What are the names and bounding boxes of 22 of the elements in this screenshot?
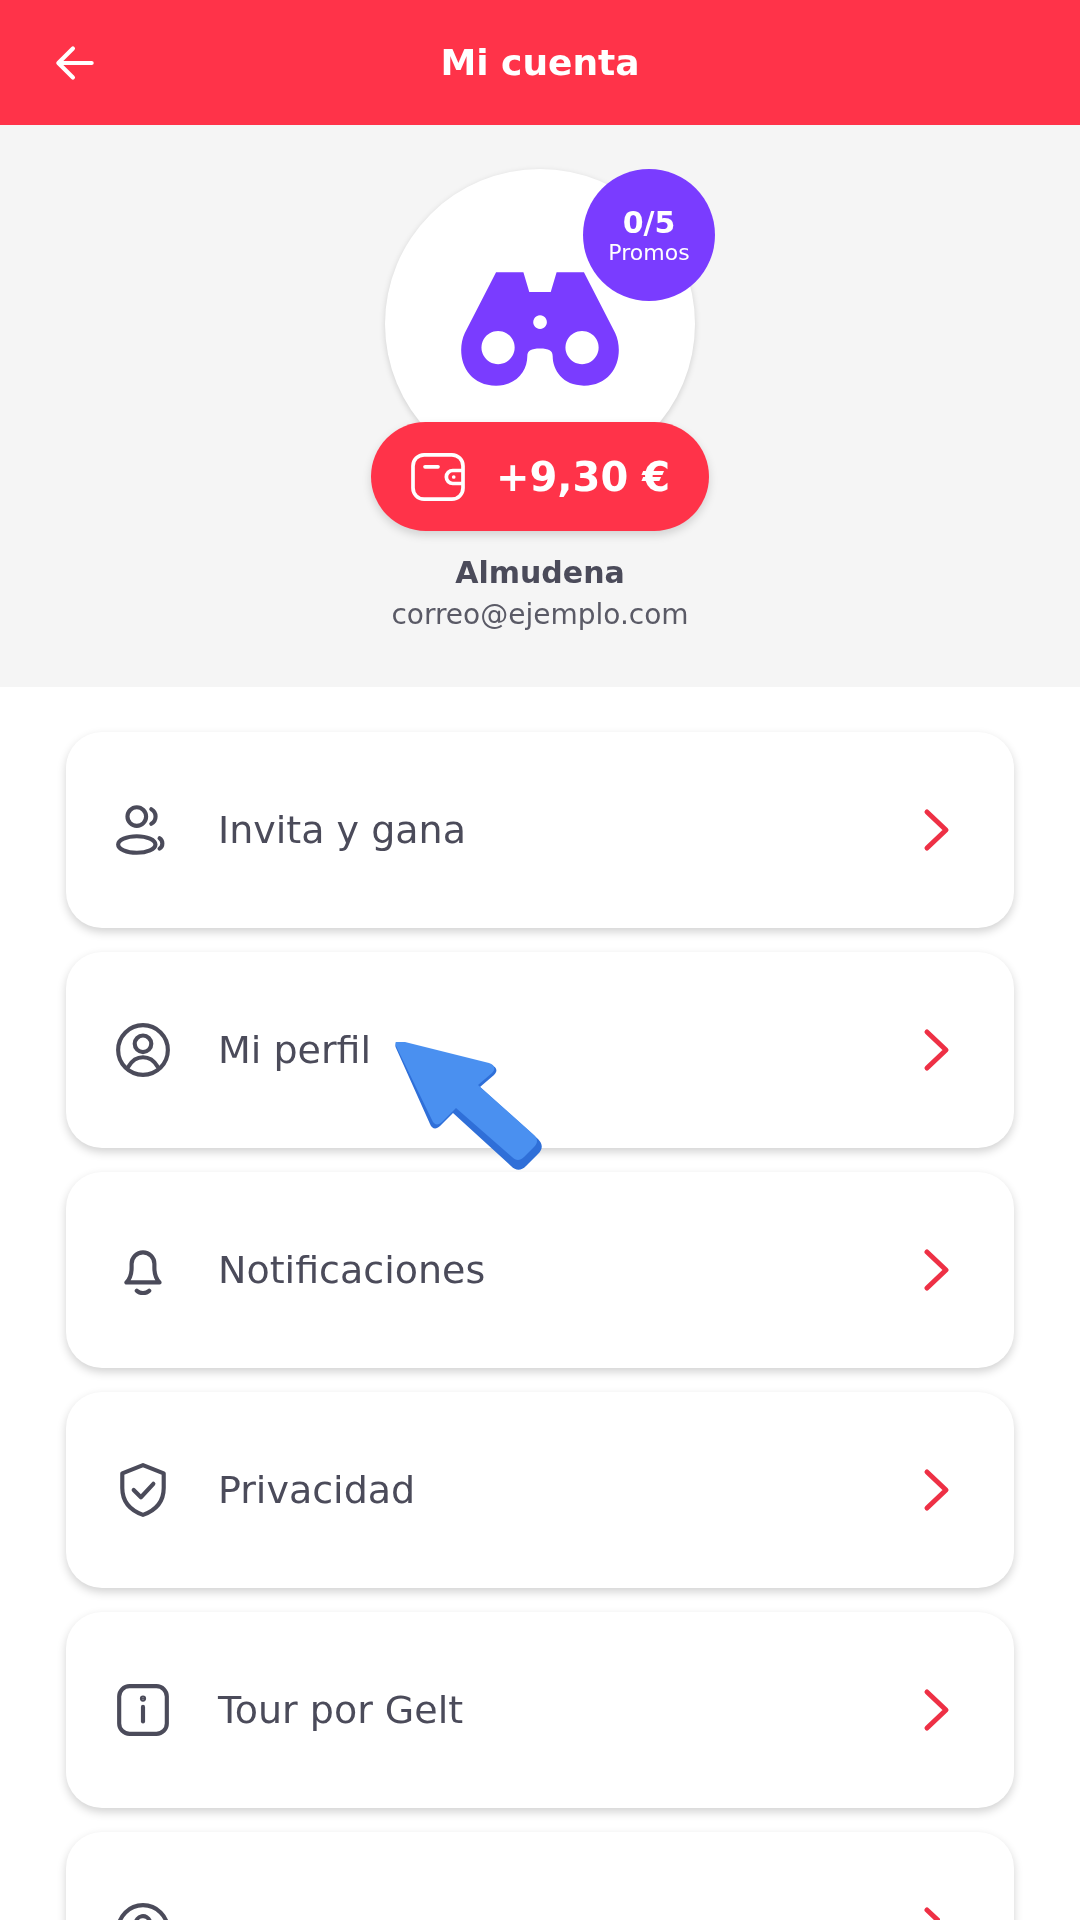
user-name: Almudena [455,555,625,590]
menu-label: Invita y gana [218,808,466,852]
menu-label: Notificaciones [218,1248,486,1292]
chevron-right-icon [924,1907,940,1920]
info-icon [114,1681,172,1739]
menu-item[interactable]: Tour por Gelt [66,1612,1014,1808]
screen-title: Mi cuenta [440,42,640,83]
wallet-icon [410,451,466,502]
menu-label: Mi perfil [218,1028,372,1072]
promos-count: 0/5 [622,205,676,240]
menu-item[interactable]: Notificaciones [66,1172,1014,1368]
menu-item[interactable]: Invita y gana [66,732,1014,928]
promos-label: Promos [608,240,690,265]
chevron-right-icon [922,1248,952,1292]
promos-badge[interactable]: 0/5 Promos [583,169,715,301]
menu-item[interactable]: Mi perfil [66,952,1014,1148]
user-circle-icon [114,1021,172,1079]
menu-item[interactable]: Privacidad [66,1392,1014,1588]
user-email: correo@ejemplo.com [391,598,689,631]
balance-button[interactable]: +9,30 € [371,422,709,531]
menu-label: Privacidad [218,1468,416,1512]
menu-label: Tour por Gelt [218,1688,464,1732]
